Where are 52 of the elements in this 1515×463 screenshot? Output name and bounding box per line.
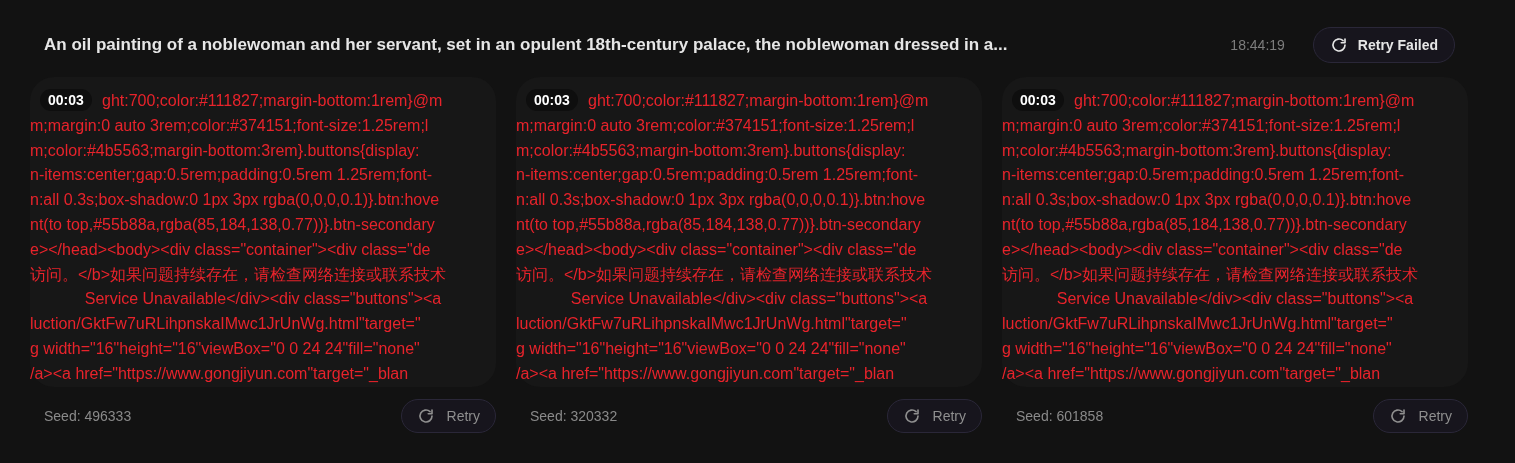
retry-button[interactable]: Retry: [1372, 399, 1468, 433]
html-code-line: Service Unavailable</div><div class="buttons"><a: [570, 289, 928, 310]
duration-badge: 00:03: [526, 89, 578, 111]
duration-badge: 00:03: [40, 89, 92, 111]
timestamp: 18:44:19: [1230, 37, 1285, 53]
html-code-line: ght:700;color:#111827;margin-bottom:1rem}@m: [1074, 91, 1415, 111]
html-code-line: ght:700;color:#111827;margin-bottom:1rem}@m: [588, 91, 929, 111]
duration-badge: 00:03: [1012, 89, 1064, 111]
html-code-line: 访问。</b>如果问题持续存在，请检查网络连接或联系技术: [1002, 264, 1419, 285]
html-code-line: g width="16"height="16"viewBox="0 0 24 24"fill="none": [516, 338, 906, 359]
html-code-line: m;margin:0 auto 3rem;color:#374151;font-size:1.25rem;l: [1002, 115, 1401, 136]
html-code-line: 访问。</b>如果问题持续存在，请检查网络连接或联系技术: [30, 264, 447, 285]
html-code-line: 访问。</b>如果问题持续存在，请检查网络连接或联系技术: [516, 264, 933, 285]
html-code-line: nt(to top,#55b88a,rgba(85,184,138,0.77))}.btn-secondary: [1002, 215, 1407, 235]
html-code-line: n:all 0.3s;box-shadow:0 1px 3px rgba(0,0,0,0.1)}.btn:hove: [516, 190, 926, 211]
html-code-line: m;color:#4b5563;margin-bottom:3rem}.buttons{display:: [30, 140, 420, 161]
html-code-line: e></head><body><div class="container"><div class="de: [516, 239, 917, 260]
html-code-line: m;margin:0 auto 3rem;color:#374151;font-size:1.25rem;l: [516, 115, 915, 136]
html-code-line: m;color:#4b5563;margin-bottom:3rem}.buttons{display:: [1002, 140, 1392, 161]
html-code-line: n-items:center;gap:0.5rem;padding:0.5rem 1.25rem;font-: [516, 165, 918, 186]
refresh-icon: [902, 407, 921, 425]
html-code-line: g width="16"height="16"viewBox="0 0 24 24"fill="none": [1002, 338, 1392, 359]
html-code-line: /a><a href="https://www.gongjiyun.com"target="_blan: [30, 363, 409, 384]
seed-label: Seed: 601858: [1016, 408, 1104, 424]
refresh-icon: [1388, 407, 1407, 425]
retry-failed-button[interactable]: Retry Failed: [1312, 27, 1455, 63]
html-code-line: g width="16"height="16"viewBox="0 0 24 24"fill="none": [30, 338, 420, 359]
seed-label: Seed: 496333: [44, 408, 132, 424]
html-code-line: m;margin:0 auto 3rem;color:#374151;font-size:1.25rem;l: [30, 115, 429, 136]
html-code-line: nt(to top,#55b88a,rgba(85,184,138,0.77))}.btn-secondary: [30, 215, 435, 235]
seed-label: Seed: 320332: [530, 408, 618, 424]
refresh-icon: [1329, 36, 1348, 54]
html-code-line: Service Unavailable</div><div class="buttons"><a: [1056, 289, 1414, 310]
retry-button[interactable]: Retry: [886, 399, 982, 433]
html-code-line: n-items:center;gap:0.5rem;padding:0.5rem 1.25rem;font-: [30, 165, 432, 186]
html-code-line: luction/GktFw7uRLihpnskaIMwc1JrUnWg.html"target=": [516, 314, 907, 335]
html-code-line: n:all 0.3s;box-shadow:0 1px 3px rgba(0,0,0,0.1)}.btn:hove: [1002, 190, 1412, 211]
html-code-line: luction/GktFw7uRLihpnskaIMwc1JrUnWg.html"target=": [1002, 314, 1393, 335]
html-code-line: nt(to top,#55b88a,rgba(85,184,138,0.77))}.btn-secondary: [516, 215, 921, 235]
html-code-line: luction/GktFw7uRLihpnskaIMwc1JrUnWg.html"target=": [30, 314, 421, 335]
html-code-line: n-items:center;gap:0.5rem;padding:0.5rem 1.25rem;font-: [1002, 165, 1404, 186]
html-code-line: m;color:#4b5563;margin-bottom:3rem}.buttons{display:: [516, 140, 906, 161]
retry-button[interactable]: Retry: [400, 399, 496, 433]
html-code-line: e></head><body><div class="container"><div class="de: [30, 239, 431, 260]
html-code-line: /a><a href="https://www.gongjiyun.com"target="_blan: [1002, 363, 1381, 384]
html-code-line: /a><a href="https://www.gongjiyun.com"target="_blan: [516, 363, 895, 384]
html-code-line: n:all 0.3s;box-shadow:0 1px 3px rgba(0,0,0,0.1)}.btn:hove: [30, 190, 440, 211]
prompt-title: An oil painting of a noblewoman and her servant, set in an opulent 18th-century palace, the noblewoman dressed in a...: [44, 35, 1009, 55]
refresh-icon: [416, 407, 435, 425]
html-code-line: e></head><body><div class="container"><div class="de: [1002, 239, 1403, 260]
html-code-line: ght:700;color:#111827;margin-bottom:1rem}@m: [102, 91, 443, 111]
html-code-line: Service Unavailable</div><div class="buttons"><a: [84, 289, 442, 310]
